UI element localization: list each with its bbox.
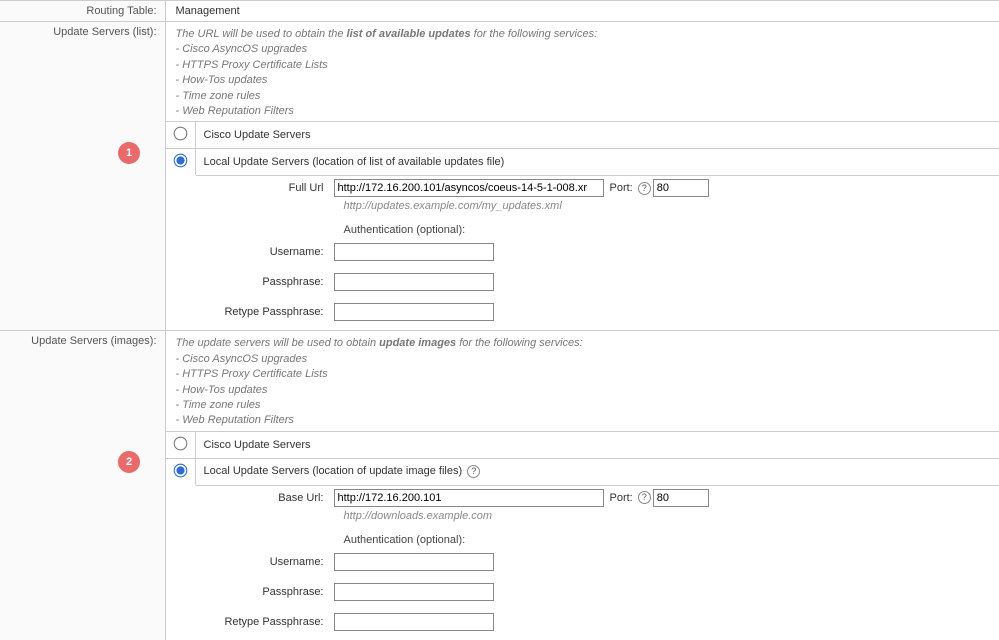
help-icon[interactable]: ?: [638, 182, 651, 195]
list-auth-header: Authentication (optional):: [336, 224, 999, 236]
images-passphrase-label: Passphrase:: [204, 586, 334, 598]
callout-1: 1: [118, 142, 140, 164]
images-passphrase-input[interactable]: [334, 583, 494, 601]
settings-table: Routing Table: Management Update Servers…: [0, 0, 999, 640]
list-port-label: Port:: [610, 182, 633, 194]
images-auth-header: Authentication (optional):: [336, 534, 999, 546]
list-passphrase-input[interactable]: [334, 273, 494, 291]
list-radio-cisco[interactable]: [173, 127, 187, 141]
full-url-input[interactable]: [334, 179, 604, 197]
images-username-input[interactable]: [334, 553, 494, 571]
full-url-label: Full Url: [204, 182, 334, 194]
full-url-hint: http://updates.example.com/my_updates.xm…: [336, 200, 999, 216]
images-radio-cisco[interactable]: [173, 436, 187, 450]
base-url-input[interactable]: [334, 489, 604, 507]
images-retype-label: Retype Passphrase:: [204, 616, 334, 628]
list-option-cisco: Cisco Update Servers: [196, 124, 319, 146]
base-url-label: Base Url:: [204, 492, 334, 504]
list-description: The URL will be used to obtain the list …: [166, 22, 999, 121]
images-retype-input[interactable]: [334, 613, 494, 631]
images-description: The update servers will be used to obtai…: [166, 331, 999, 430]
images-port-label: Port:: [610, 492, 633, 504]
images-option-local: Local Update Servers (location of update…: [196, 460, 491, 483]
list-radio-local[interactable]: [173, 154, 187, 168]
images-radio-local[interactable]: [173, 463, 187, 477]
routing-table-label: Routing Table:: [0, 1, 165, 22]
list-username-label: Username:: [204, 246, 334, 258]
help-icon[interactable]: ?: [467, 465, 480, 478]
list-username-input[interactable]: [334, 243, 494, 261]
images-option-cisco: Cisco Update Servers: [196, 434, 319, 456]
list-port-input[interactable]: [653, 179, 709, 197]
update-servers-images-label: Update Servers (images): 2: [0, 331, 165, 640]
list-retype-label: Retype Passphrase:: [204, 306, 334, 318]
list-retype-input[interactable]: [334, 303, 494, 321]
base-url-hint: http://downloads.example.com: [336, 510, 999, 526]
list-option-local: Local Update Servers (location of list o…: [196, 151, 513, 173]
images-port-input[interactable]: [653, 489, 709, 507]
update-servers-list-label: Update Servers (list): 1: [0, 22, 165, 331]
routing-table-value: Management: [166, 1, 999, 21]
help-icon[interactable]: ?: [638, 491, 651, 504]
images-username-label: Username:: [204, 556, 334, 568]
callout-2: 2: [118, 451, 140, 473]
list-passphrase-label: Passphrase:: [204, 276, 334, 288]
